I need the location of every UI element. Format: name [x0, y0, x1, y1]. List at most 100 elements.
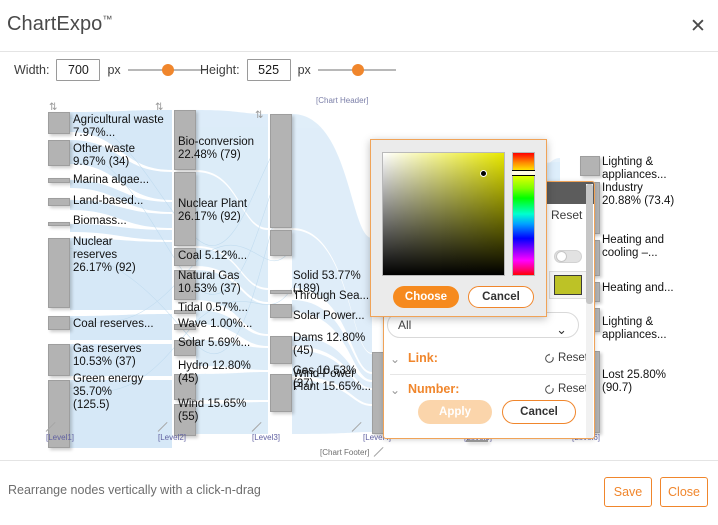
node-label: Heating and...	[602, 282, 674, 294]
node-label: Wave 1.00%...	[178, 318, 253, 330]
node-label: Green energy 35.70% (125.5)	[73, 373, 144, 411]
node-label: Coal 5.12%...	[178, 250, 248, 262]
panel-cancel-button[interactable]: Cancel	[502, 400, 576, 424]
node-label: Solar 5.69%...	[178, 337, 251, 349]
node-label: Heating and cooling –...	[602, 234, 665, 259]
node-land-based[interactable]	[48, 198, 70, 206]
node-label: Through Sea...	[293, 290, 370, 302]
node-label: Tidal 0.57%...	[178, 302, 248, 314]
node-label: Land-based...	[73, 195, 144, 207]
width-slider-knob[interactable]	[161, 64, 174, 76]
width-unit: px	[107, 63, 121, 77]
scrollbar-thumb[interactable]	[586, 184, 593, 304]
node-other-waste[interactable]	[48, 140, 70, 166]
apply-button[interactable]: Apply	[418, 400, 492, 424]
chevron-down-icon[interactable]: ⌄	[390, 352, 400, 366]
height-label: Height:	[200, 63, 240, 77]
cancel-color-button[interactable]: Cancel	[468, 286, 534, 308]
dialog-footer: Rearrange nodes vertically with a click-…	[0, 460, 718, 525]
node-label: Industry 20.88% (73.4)	[602, 182, 675, 207]
close-icon[interactable]: ✕	[686, 16, 710, 40]
node-label: Coal reserves...	[73, 318, 154, 330]
height-input[interactable]	[246, 59, 291, 81]
height-slider-knob[interactable]	[351, 64, 364, 76]
footer-hint: Rearrange nodes vertically with a click-…	[8, 483, 261, 497]
node-coal-reserves[interactable]	[48, 316, 70, 330]
close-button[interactable]: Close	[660, 477, 708, 507]
node-lighting-appliances-1[interactable]	[580, 156, 600, 176]
node-label: Lighting & appliances...	[602, 316, 667, 341]
brand-text: ChartExpo	[7, 13, 103, 35]
width-input[interactable]	[56, 59, 101, 81]
section-link-reset[interactable]: Reset	[544, 352, 588, 364]
node-solar-power[interactable]	[270, 304, 292, 318]
sort-updown-icon-level2[interactable]: ⇅	[155, 102, 163, 113]
node-label: Marina algae...	[73, 174, 150, 186]
node-agricultural-waste[interactable]	[48, 112, 70, 134]
height-unit: px	[297, 63, 311, 77]
section-number-reset[interactable]: Reset	[544, 383, 588, 395]
hue-slider[interactable]	[512, 152, 535, 276]
reset-icon	[545, 353, 554, 363]
node-dams[interactable]	[270, 336, 292, 364]
app-brand: ChartExpo™	[7, 13, 113, 36]
node-biomass[interactable]	[48, 222, 70, 226]
section-link[interactable]: ⌄ Link: Reset	[386, 348, 592, 372]
sankey-chart-canvas[interactable]: [Chart Header] [Chart Footer] ⇅ ⇅ ⇅ Agri…	[0, 88, 718, 458]
panel-reset-button[interactable]: Reset	[551, 208, 582, 222]
color-picker-dialog[interactable]: Choose Cancel	[370, 139, 547, 317]
section-link-title: Link:	[408, 351, 438, 365]
choose-color-button[interactable]: Choose	[393, 286, 459, 308]
divider	[390, 374, 586, 375]
node-label: Biomass...	[73, 215, 127, 227]
color-swatch-button[interactable]	[549, 271, 587, 299]
title-bar: ChartExpo™ ✕	[0, 0, 718, 52]
node-label: Agricultural waste 7.97%...	[73, 114, 164, 139]
level-tag-1[interactable]: [Level1]	[46, 433, 74, 442]
save-button[interactable]: Save	[604, 477, 652, 507]
node-gas[interactable]	[270, 230, 292, 256]
size-toolbar: Width: px Height: px Reset all	[0, 53, 718, 130]
node-label: Gas reserves 10.53% (37)	[73, 343, 142, 368]
node-label: Dams 12.80% (45)	[293, 332, 366, 357]
node-through-sea[interactable]	[270, 290, 292, 294]
sort-updown-icon-level3[interactable]: ⇅	[255, 110, 263, 121]
saturation-value-area[interactable]	[382, 152, 505, 276]
height-slider[interactable]	[317, 63, 396, 77]
node-label: Wind 15.65% (55)	[178, 398, 247, 423]
node-marina-algae[interactable]	[48, 178, 70, 183]
level-tag-3[interactable]: [Level3]	[252, 433, 280, 442]
node-nuclear-reserves[interactable]	[48, 238, 70, 308]
node-label: Wind Power Plant 15.65%...	[293, 368, 371, 393]
chevron-down-icon[interactable]: ⌄	[390, 383, 400, 397]
sv-marker[interactable]	[480, 170, 487, 177]
settings-panel-scrollbar[interactable]	[586, 184, 593, 438]
width-label: Width:	[14, 63, 50, 77]
level-tag-2[interactable]: [Level2]	[158, 433, 186, 442]
toggle-knob	[556, 251, 567, 262]
node-label: Bio-conversion 22.48% (79)	[178, 136, 255, 161]
color-swatch	[554, 275, 582, 295]
node-label: Other waste 9.67% (34)	[73, 143, 135, 168]
reset-icon	[545, 384, 554, 394]
brand-trademark: ™	[102, 14, 113, 26]
section-number-reset-label: Reset	[557, 383, 588, 395]
section-link-reset-label: Reset	[557, 352, 588, 364]
visibility-toggle[interactable]	[554, 250, 582, 263]
node-label: Solar Power...	[293, 310, 365, 322]
chartexpo-dialog: ChartExpo™ ✕ Width: px Height: px	[0, 0, 718, 525]
node-wind-power-plant[interactable]	[270, 374, 292, 412]
scope-select-value: All	[398, 318, 412, 332]
hue-selector[interactable]	[512, 170, 535, 176]
node-gas-reserves[interactable]	[48, 344, 70, 376]
node-label: Lost 25.80% (90.7)	[602, 369, 666, 394]
width-slider[interactable]	[127, 63, 206, 77]
node-label: Nuclear reserves 26.17% (92)	[73, 236, 136, 274]
node-label: Lighting & appliances...	[602, 156, 667, 181]
panel-reset-label: Reset	[551, 208, 583, 222]
section-number-title: Number:	[408, 382, 460, 396]
chevron-down-icon: ⌄	[556, 322, 567, 337]
node-label: Natural Gas 10.53% (37)	[178, 270, 241, 295]
node-solid[interactable]	[270, 114, 292, 228]
node-label: Hydro 12.80% (45)	[178, 360, 251, 385]
